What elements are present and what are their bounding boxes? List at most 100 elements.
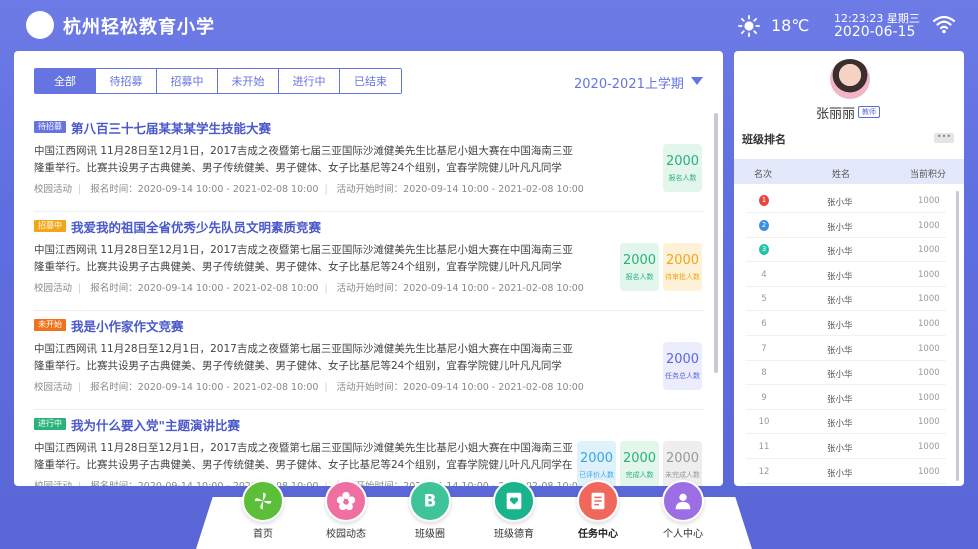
ranking-header: 名次 姓名 当前积分 bbox=[734, 159, 964, 184]
activity-time: 活动开始时间：2020-09-14 10:00 - 2021-02-08 10:… bbox=[336, 184, 584, 195]
student-points: 1000 bbox=[918, 220, 940, 231]
activity-title[interactable]: 第八百三十七届某某某学生技能大赛 bbox=[71, 118, 271, 137]
status-badge: 招募中 bbox=[34, 220, 66, 232]
tab-1[interactable]: 待招募 bbox=[96, 69, 157, 93]
stat-box: 2000 报名人数 bbox=[663, 144, 702, 192]
tab-4[interactable]: 进行中 bbox=[279, 69, 340, 93]
student-points: 1000 bbox=[918, 368, 940, 379]
medal-icon: 3 bbox=[759, 244, 769, 256]
tab-2[interactable]: 招募中 bbox=[157, 69, 218, 93]
ranking-row[interactable]: 2 张小华 1000 bbox=[746, 214, 946, 238]
tab-0[interactable]: 全部 bbox=[35, 69, 96, 93]
stat-number: 2000 bbox=[665, 450, 700, 466]
stat-label: 待审批人数 bbox=[665, 272, 700, 281]
ranking-row[interactable]: 9 张小华 1000 bbox=[746, 386, 946, 410]
nav-label: 班级圈 bbox=[415, 529, 445, 540]
stat-box: 2000 待审批人数 bbox=[663, 243, 702, 291]
nav-label: 个人中心 bbox=[663, 529, 703, 540]
activity-title[interactable]: 我爱我的祖国全省优秀少先队员文明素质竞赛 bbox=[71, 217, 321, 236]
activity-description: 中国江西网讯 11月28日至12月1日，2017吉成之夜暨第七届三亚国际沙滩健美… bbox=[34, 244, 573, 273]
status-badge: 未开始 bbox=[34, 319, 66, 331]
ranking-row[interactable]: 12 张小华 1000 bbox=[746, 460, 946, 484]
temperature: 18℃ bbox=[771, 16, 810, 35]
student-name: 张小华 bbox=[827, 394, 853, 405]
nav-item-0[interactable]: 首页 bbox=[233, 480, 293, 540]
student-points: 1000 bbox=[918, 196, 940, 206]
nav-item-4[interactable]: 任务中心 bbox=[568, 480, 628, 540]
more-button[interactable]: ••• bbox=[934, 133, 954, 143]
student-name: 张小华 bbox=[827, 271, 853, 282]
nav-item-1[interactable]: 校园动态 bbox=[316, 480, 376, 540]
pinwheel-icon bbox=[242, 480, 284, 522]
scrollbar[interactable] bbox=[714, 113, 718, 373]
nav-label: 校园动态 bbox=[326, 529, 366, 540]
activity-card[interactable]: 未开始 我是小作家作文竞赛 中国江西网讯 11月28日至12月1日，2017吉成… bbox=[34, 311, 704, 410]
student-name: 张小华 bbox=[827, 370, 853, 381]
nav-item-5[interactable]: 个人中心 bbox=[653, 480, 713, 540]
wifi-icon bbox=[932, 15, 956, 34]
student-name: 张小华 bbox=[827, 296, 853, 307]
nav-item-2[interactable]: B 班级圈 bbox=[400, 480, 460, 540]
activity-card[interactable]: 待招募 第八百三十七届某某某学生技能大赛 中国江西网讯 11月28日至12月1日… bbox=[34, 113, 704, 212]
activity-card[interactable]: 招募中 我爱我的祖国全省优秀少先队员文明素质竞赛 中国江西网讯 11月28日至1… bbox=[34, 212, 704, 311]
student-points: 1000 bbox=[918, 245, 940, 256]
rank-number: 4 bbox=[761, 269, 767, 280]
rank-number: 6 bbox=[761, 319, 767, 329]
rank-number: 9 bbox=[761, 392, 767, 403]
sun-icon bbox=[738, 15, 760, 37]
activity-panel: 全部 待招募 招募中 未开始 进行中 已结束 2020-2021上学期 待招募 第八百三十… bbox=[14, 51, 723, 486]
top-bar: 杭州轻松教育小学 18℃ 12:23:23 星期三 2020-06-15 bbox=[0, 0, 978, 50]
ranking-row[interactable]: 4 张小华 1000 bbox=[746, 263, 946, 287]
medal-icon: 2 bbox=[759, 219, 769, 231]
student-name: 张小华 bbox=[827, 321, 853, 331]
header-name: 姓名 bbox=[832, 170, 851, 180]
activity-card[interactable]: 进行中 我为什么要入党"主题演讲比赛 中国江西网讯 11月28日至12月1日，2… bbox=[34, 410, 704, 486]
activity-title[interactable]: 我是小作家作文竞赛 bbox=[71, 316, 184, 335]
ranking-row[interactable]: 11 张小华 1000 bbox=[746, 435, 946, 459]
status-tabs: 全部 待招募 招募中 未开始 进行中 已结束 bbox=[34, 68, 402, 94]
tab-5[interactable]: 已结束 bbox=[340, 69, 401, 93]
nav-item-3[interactable]: 班级德育 bbox=[484, 480, 544, 540]
class-ranking-panel: 张丽丽 教师 班级排名 ••• 名次 姓名 当前积分 1 张小华 1000 2 张小华… bbox=[734, 51, 964, 486]
flower-icon bbox=[325, 480, 367, 522]
nav-label: 班级德育 bbox=[494, 529, 534, 540]
ranking-row[interactable]: 1 张小华 1000 bbox=[746, 189, 946, 213]
avatar[interactable] bbox=[830, 59, 870, 99]
ranking-row[interactable]: 8 张小华 1000 bbox=[746, 361, 946, 386]
dropdown-arrow-icon[interactable] bbox=[691, 77, 703, 85]
ranking-row[interactable]: 5 张小华 1000 bbox=[746, 287, 946, 312]
role-badge: 教师 bbox=[858, 106, 880, 118]
student-name: 张小华 bbox=[827, 468, 853, 479]
activity-time: 活动开始时间：2020-09-14 10:00 - 2021-02-08 10:… bbox=[336, 283, 584, 294]
ranking-row[interactable]: 3 张小华 1000 bbox=[746, 238, 946, 263]
stat-number: 2000 bbox=[579, 450, 614, 466]
student-points: 1000 bbox=[918, 466, 940, 477]
ranking-row[interactable]: 6 张小华 1000 bbox=[746, 312, 946, 336]
ranking-row[interactable]: 10 张小华 1000 bbox=[746, 410, 946, 435]
student-points: 1000 bbox=[918, 392, 940, 403]
scrollbar[interactable] bbox=[956, 191, 959, 481]
nav-label: 任务中心 bbox=[578, 529, 618, 540]
nav-label: 首页 bbox=[253, 529, 273, 540]
activity-category: 校园活动 bbox=[34, 283, 73, 294]
activity-description: 中国江西网讯 11月28日至12月1日，2017吉成之夜暨第七届三亚国际沙滩健美… bbox=[34, 442, 573, 471]
clock-date: 2020-06-15 bbox=[834, 24, 916, 40]
stat-label: 任务总人数 bbox=[665, 371, 700, 380]
ranking-row[interactable]: 7 张小华 1000 bbox=[746, 337, 946, 361]
student-points: 1000 bbox=[918, 319, 940, 329]
task-icon bbox=[577, 480, 619, 522]
activity-title[interactable]: 我为什么要入党"主题演讲比赛 bbox=[71, 415, 240, 434]
svg-text:B: B bbox=[424, 492, 437, 511]
student-points: 1000 bbox=[918, 417, 940, 428]
medal-icon: 1 bbox=[759, 195, 769, 206]
student-name: 张小华 bbox=[827, 419, 853, 430]
rank-number: 11 bbox=[758, 442, 770, 452]
term-selector[interactable]: 2020-2021上学期 bbox=[574, 73, 684, 92]
status-badge: 待招募 bbox=[34, 121, 66, 133]
ranking-title: 班级排名 bbox=[742, 133, 786, 146]
registration-time: 报名时间：2020-09-14 10:00 - 2021-02-08 10:00 bbox=[90, 283, 319, 294]
student-name: 张小华 bbox=[827, 444, 853, 454]
tab-3[interactable]: 未开始 bbox=[218, 69, 279, 93]
teacher-name: 张丽丽 bbox=[816, 107, 856, 122]
student-name: 张小华 bbox=[827, 222, 853, 233]
